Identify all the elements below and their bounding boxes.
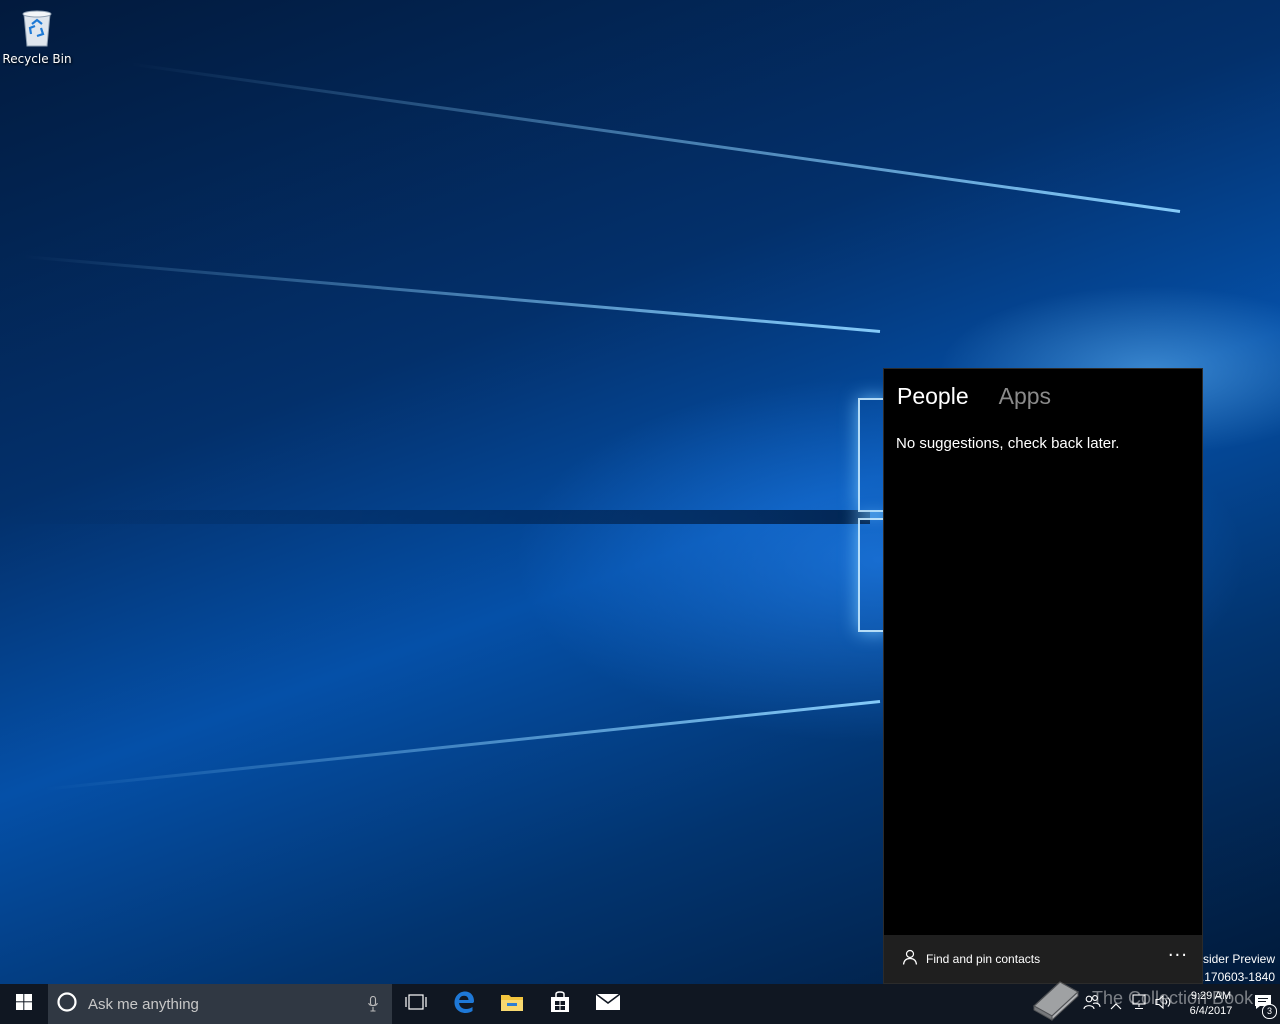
- file-explorer-icon: [500, 992, 524, 1016]
- person-icon: [902, 949, 918, 969]
- no-suggestions-message: No suggestions, check back later.: [896, 435, 1120, 452]
- book-watermark-icon: [1030, 976, 1082, 1026]
- overlay-watermark-text: The Collection Book: [1092, 988, 1254, 1008]
- cortana-search-box[interactable]: Ask me anything: [48, 984, 392, 1024]
- build-watermark: nsider Preview e.170603-1840: [1194, 950, 1275, 984]
- watermark-line-2: e.170603-1840: [1194, 970, 1275, 984]
- wallpaper-beam: [0, 510, 870, 524]
- recycle-bin-label: Recycle Bin: [2, 52, 72, 66]
- recycle-bin-shortcut[interactable]: Recycle Bin: [2, 6, 72, 66]
- people-flyout: People Apps No suggestions, check back l…: [883, 368, 1203, 984]
- taskbar: Ask me anything 9:29 AM 6/4/2017 3: [0, 984, 1280, 1024]
- windows-logo-icon: [16, 994, 32, 1014]
- edge-icon: [453, 991, 475, 1017]
- microphone-icon[interactable]: [368, 995, 378, 1016]
- find-and-pin-contacts-label: Find and pin contacts: [926, 952, 1041, 966]
- tab-apps[interactable]: Apps: [999, 383, 1051, 410]
- search-placeholder: Ask me anything: [88, 995, 199, 1013]
- task-view-button[interactable]: [392, 984, 440, 1024]
- recycle-bin-icon: [19, 6, 55, 48]
- wallpaper-beam: [23, 255, 881, 333]
- cortana-icon: [56, 991, 78, 1017]
- more-options-button[interactable]: ···: [1168, 945, 1188, 966]
- watermark-line-1: nsider Preview: [1196, 952, 1275, 966]
- mail-button[interactable]: [584, 984, 632, 1024]
- store-button[interactable]: [536, 984, 584, 1024]
- tab-people[interactable]: People: [897, 383, 969, 410]
- find-and-pin-contacts-button[interactable]: Find and pin contacts: [902, 949, 1040, 969]
- wallpaper-beam: [44, 700, 881, 791]
- task-view-icon: [405, 994, 427, 1014]
- notification-count-badge: 3: [1262, 1004, 1277, 1019]
- start-button[interactable]: [0, 984, 48, 1024]
- people-flyout-tabs: People Apps: [897, 383, 1051, 410]
- edge-button[interactable]: [440, 984, 488, 1024]
- wallpaper-beam: [130, 62, 1181, 213]
- mail-icon: [595, 993, 621, 1015]
- store-icon: [549, 991, 571, 1017]
- file-explorer-button[interactable]: [488, 984, 536, 1024]
